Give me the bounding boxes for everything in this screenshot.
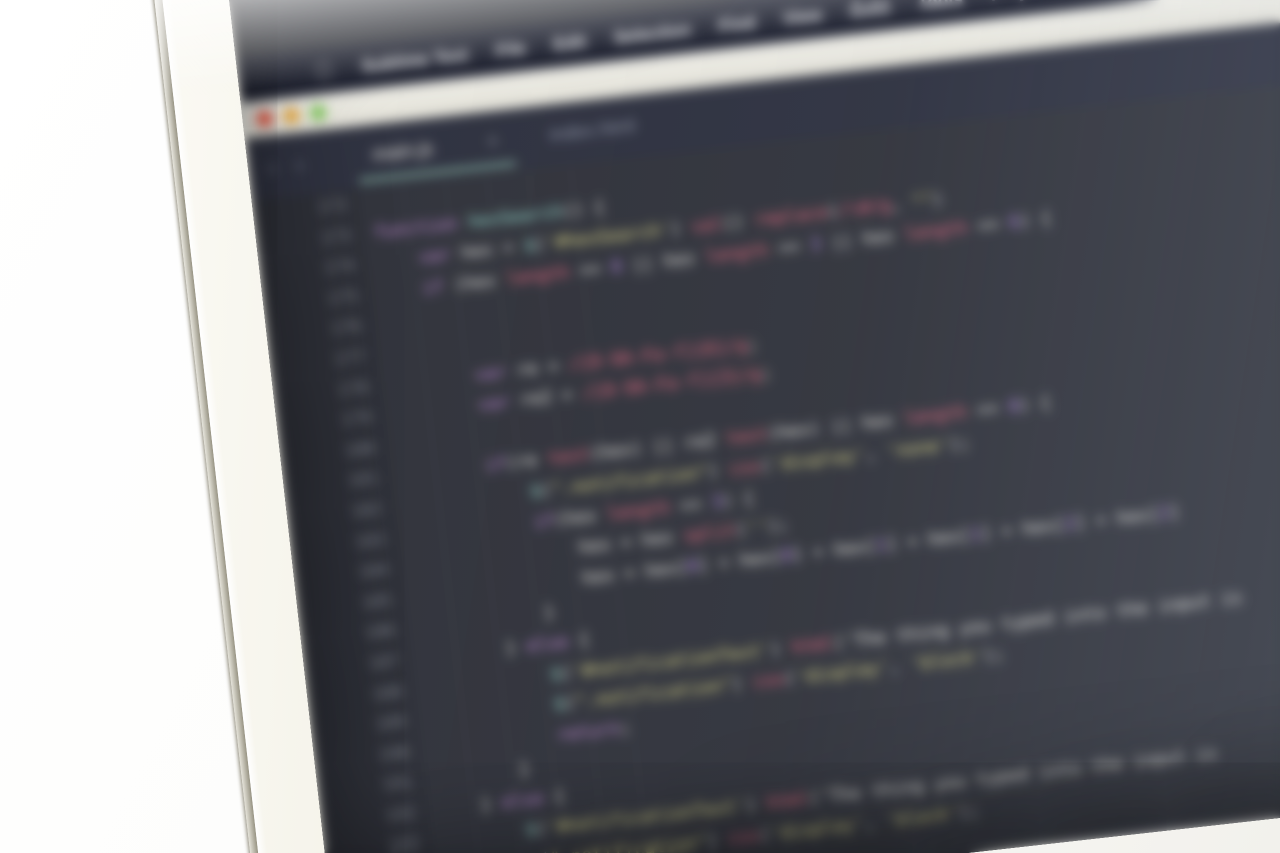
depth-of-field-blur bbox=[228, 0, 1280, 853]
screen-vignette bbox=[228, 0, 1280, 853]
optics-layer bbox=[228, 0, 1280, 853]
screen-glare bbox=[228, 0, 1280, 853]
laptop-screen:  Sublime Text File Edit Selection Find … bbox=[228, 0, 1280, 853]
depth-of-field-blur-far bbox=[228, 0, 1280, 853]
photo-scene:  Sublime Text File Edit Selection Find … bbox=[0, 0, 1280, 853]
bottom-blur bbox=[228, 0, 1280, 853]
